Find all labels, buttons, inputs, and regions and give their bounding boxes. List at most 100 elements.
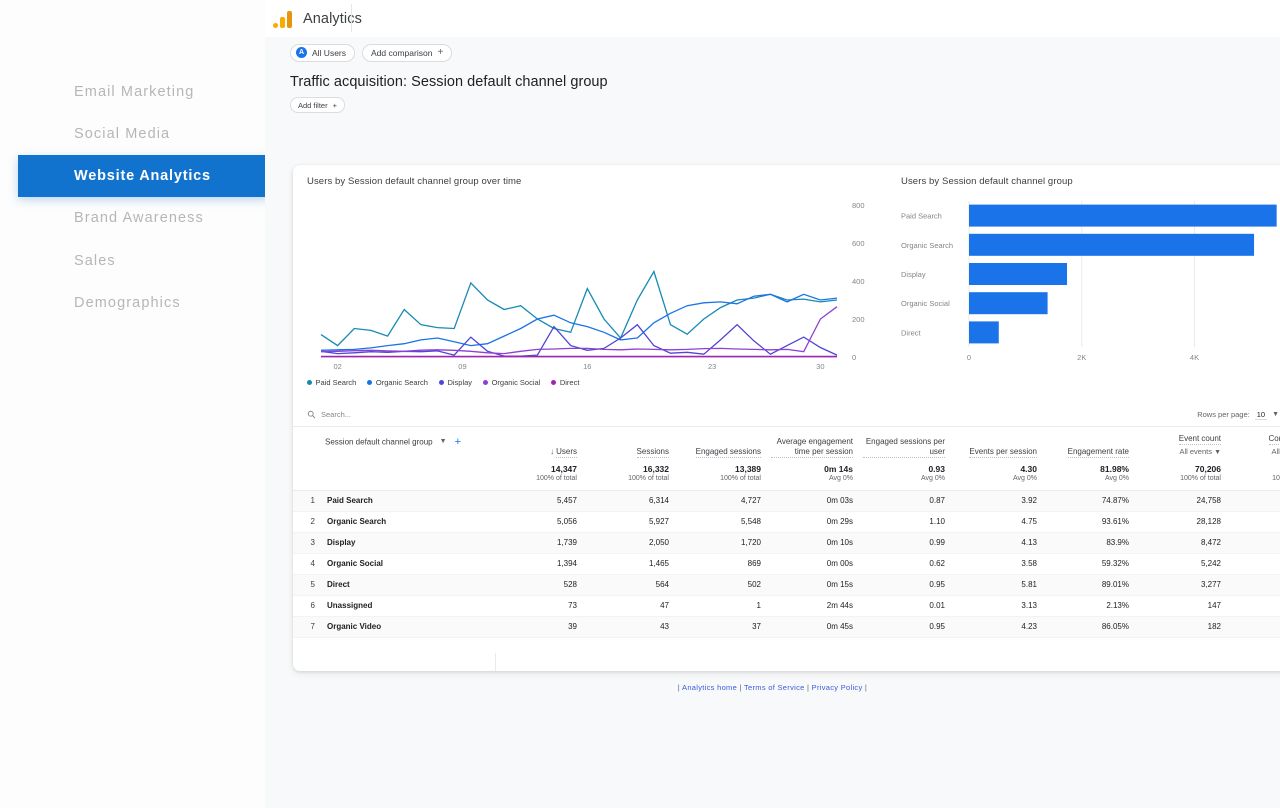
chevron-down-icon: ▼	[1214, 449, 1221, 456]
table-header-sessions[interactable]: Sessions	[587, 427, 679, 462]
row-metric-cell: 0m 45s	[771, 616, 863, 638]
table-header-engagement-rate[interactable]: Engagement rate	[1047, 427, 1139, 462]
row-metric-cell: 93.61%	[1047, 511, 1139, 533]
row-metric-cell: 0m 29s	[771, 511, 863, 533]
table-header-event-count[interactable]: Event count All events ▼	[1139, 427, 1231, 462]
analytics-window: Analytics A All Users Add comparison + T…	[265, 0, 1280, 808]
add-dimension-icon[interactable]: +	[455, 437, 461, 448]
table-header-dimension[interactable]: Session default channel group ▼ +	[293, 427, 495, 462]
footer-link-terms-of-service[interactable]: Terms of Service	[744, 683, 805, 692]
svg-text:Paid Search: Paid Search	[901, 212, 942, 221]
rows-per-page-selector[interactable]: Rows per page: 10 ▼	[1197, 410, 1279, 420]
all-users-label: All Users	[312, 47, 347, 58]
table-body: 1 Paid Search 5,457 6,314 4,727 0m 03s 0.87 3.9…	[293, 490, 1280, 638]
table-header-average-engagement-time-per-session[interactable]: Average engagement time per session	[771, 427, 863, 462]
total-value: 0m 14s Avg 0%	[771, 462, 863, 491]
footer-link-analytics-home[interactable]: Analytics home	[682, 683, 737, 692]
row-metric-cell: 0.01	[863, 595, 955, 617]
table-row[interactable]: 4 Organic Social 1,394 1,465 869 0m 00s 0.62 3.…	[293, 553, 1280, 575]
total-subtext: Avg 0%	[921, 474, 945, 482]
legend-color-dot	[438, 380, 444, 385]
total-value: 0.93 Avg 0%	[863, 462, 955, 491]
sidebar: Email Marketing Social Media Website Analy…	[0, 0, 272, 808]
rows-per-page-label: Rows per page:	[1197, 410, 1250, 419]
legend-label: Organic Search	[375, 378, 428, 387]
bar-paid-search	[969, 204, 1277, 227]
add-filter-button[interactable]: Add filter +	[290, 97, 345, 113]
analytics-bars-icon	[273, 10, 293, 28]
row-metric-cell: 1,465	[587, 553, 679, 575]
sidebar-item-label: Brand Awareness	[74, 210, 204, 226]
table-row[interactable]: 1 Paid Search 5,457 6,314 4,727 0m 03s 0.87 3.9…	[293, 490, 1280, 512]
row-metric-cell: 41.00	[1231, 490, 1280, 512]
bar-direct	[969, 321, 999, 344]
table-header-conversions[interactable]: Conversions All events ▼	[1231, 427, 1280, 462]
row-metric-cell: 83.9%	[1047, 532, 1139, 554]
row-index: 7	[310, 622, 315, 632]
column-label: Users	[556, 446, 577, 458]
sidebar-item-email-marketing[interactable]: Email Marketing	[18, 71, 270, 113]
sidebar-item-website-analytics[interactable]: Website Analytics	[18, 155, 270, 197]
column-subselect[interactable]: All events ▼	[1139, 447, 1221, 458]
table-row[interactable]: 3 Display 1,739 2,050 1,720 0m 10s 0.99 4.13 83.…	[293, 532, 1280, 554]
search-placeholder: Search...	[321, 410, 352, 419]
table-toolbar: Search... Rows per page: 10 ▼	[293, 403, 1280, 427]
total-value: 16,332 100% of total	[587, 462, 679, 491]
svg-text:Organic Search: Organic Search	[901, 241, 953, 250]
legend-item-paid-search[interactable]: Paid Search	[307, 378, 356, 387]
column-label: Sessions	[636, 446, 669, 458]
table-row[interactable]: 2 Organic Search 5,056 5,927 5,548 0m 29s 1.10…	[293, 511, 1280, 533]
row-metric-cell: 502	[679, 574, 771, 596]
table-row[interactable]: 5 Direct 528 564 502 0m 15s 0.95 5.81 89.01% 3,27…	[293, 574, 1280, 596]
table-column-divider	[495, 653, 496, 671]
table-row[interactable]: 6 Unassigned 734712m 44s0.013.132.13%1476.…	[293, 595, 1280, 617]
footer-link-privacy-policy[interactable]: Privacy Policy	[812, 683, 863, 692]
line-chart: Users by Session default channel group o…	[307, 176, 887, 391]
sidebar-item-label: Social Media	[74, 126, 171, 142]
legend-item-organic-search[interactable]: Organic Search	[367, 378, 428, 387]
table-header-events-per-session[interactable]: Events per session	[955, 427, 1047, 462]
row-metric-cell: 5,548	[679, 511, 771, 533]
bar-display	[969, 263, 1068, 285]
row-dimension-cell: 1 Paid Search	[293, 490, 495, 512]
row-metric-cell: 0.87	[863, 490, 955, 512]
total-subtext: 100% of total	[720, 474, 761, 482]
all-users-chip[interactable]: A All Users	[290, 43, 356, 62]
line-chart-svg: 0 200 400 600 800 02 09 16 23 30	[320, 201, 865, 371]
total-value: 14,347 100% of total	[495, 462, 587, 491]
row-metric-cell: 4.75	[955, 511, 1047, 533]
chevron-down-icon[interactable]: ▼	[440, 438, 447, 447]
search-input[interactable]: Search...	[307, 410, 351, 419]
sidebar-item-demographics[interactable]: Demographics	[18, 282, 270, 324]
sidebar-item-brand-awareness[interactable]: Brand Awareness	[18, 197, 270, 239]
column-label: Events per session	[969, 446, 1037, 458]
table-header-users[interactable]: ↓ Users	[495, 427, 587, 462]
table-head: Session default channel group ▼ + ↓ Users Ses…	[293, 427, 1280, 491]
sidebar-item-sales[interactable]: Sales	[18, 240, 270, 282]
column-label: Average engagement time per session	[771, 437, 853, 458]
row-metric-cell: 869	[679, 553, 771, 575]
sidebar-item-social-media[interactable]: Social Media	[18, 113, 270, 155]
sort-descending-icon: ↓	[550, 446, 555, 456]
column-label: Event count	[1178, 434, 1221, 445]
legend-item-display[interactable]: Display	[438, 378, 472, 387]
row-metric-cell: 4.13	[955, 532, 1047, 554]
total-value: 4.30 Avg 0%	[955, 462, 1047, 491]
row-metric-cell: 4.23	[955, 616, 1047, 638]
column-subselect[interactable]: All events ▼	[1231, 447, 1280, 458]
table-header-engaged-sessions[interactable]: Engaged sessions	[679, 427, 771, 462]
row-metric-cell: 147	[1139, 595, 1231, 617]
total-subtext: Avg 0%	[829, 474, 853, 482]
legend-item-organic-social[interactable]: Organic Social	[483, 378, 540, 387]
table-row[interactable]: 7 Organic Video 39 43 37 0m 45s 0.95 4.23 86.05%…	[293, 616, 1280, 638]
data-table: Session default channel group ▼ + ↓ Users Ses…	[293, 427, 1280, 638]
row-dimension-label: Direct	[327, 580, 350, 590]
row-metric-cell: 3.92	[955, 490, 1047, 512]
app-root: Email Marketing Social Media Website Analy…	[0, 0, 1280, 808]
row-metric-cell: 3.13	[955, 595, 1047, 617]
table-header-engaged-sessions-per-user[interactable]: Engaged sessions per user	[863, 427, 955, 462]
add-comparison-chip[interactable]: Add comparison +	[362, 43, 453, 62]
row-dimension-cell: 2 Organic Search	[293, 511, 495, 533]
legend-item-direct[interactable]: Direct	[551, 378, 579, 387]
row-metric-cell: 4,727	[679, 490, 771, 512]
